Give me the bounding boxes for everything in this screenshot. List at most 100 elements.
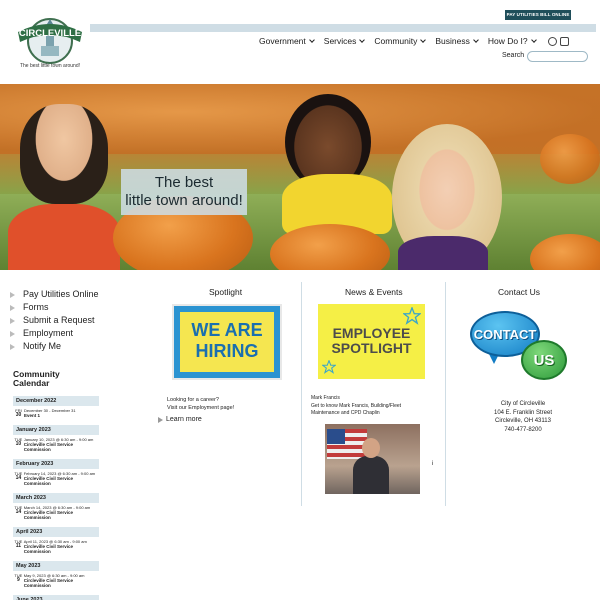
quick-link-employment[interactable]: Employment bbox=[10, 327, 99, 340]
news-title: News & Events bbox=[345, 287, 403, 297]
mark-francis-photo[interactable] bbox=[325, 424, 420, 494]
event-details: December 30 - December 31 Event 1 bbox=[24, 408, 76, 418]
quick-link-notify-me[interactable]: Notify Me bbox=[10, 340, 99, 353]
event-details: April 11, 2023 @ 6:30 am - 9:00 am Circle… bbox=[24, 539, 99, 554]
hiring-image-text: WE ARE HIRING bbox=[180, 312, 274, 372]
calendar-event[interactable]: TUE 14 February 14, 2023 @ 6:30 am - 9:00 … bbox=[13, 469, 99, 491]
hero-child-left-shirt bbox=[8, 204, 120, 270]
calendar-event[interactable]: TUE 9 May 9, 2023 @ 6:30 am - 9:00 am Circl… bbox=[13, 571, 99, 593]
spotlight-line2: Visit our Employment page! bbox=[167, 405, 235, 411]
quick-link-label: Pay Utilities Online bbox=[23, 289, 99, 299]
event-name: Circleville Civil Service Commission bbox=[23, 578, 73, 588]
calendar-event[interactable]: TUE 11 April 11, 2023 @ 6:30 am - 9:00 am C… bbox=[13, 537, 99, 559]
search-label: Search bbox=[502, 52, 525, 59]
spotlight-line2: SPOTLIGHT bbox=[331, 340, 412, 356]
news-text: Mark Francis Get to know Mark Francis, B… bbox=[311, 395, 429, 418]
event-details: May 9, 2023 @ 6:30 am - 9:00 am Circlevil… bbox=[24, 573, 99, 588]
spotlight-line1: EMPLOYEE bbox=[332, 325, 411, 341]
main-nav: Government Services Community Business H… bbox=[259, 36, 546, 46]
contact-address: City of Circleville 104 E. Franklin Stre… bbox=[476, 400, 570, 434]
event-date: FRI 30 bbox=[13, 408, 24, 418]
instagram-icon[interactable] bbox=[548, 37, 557, 46]
triangle-right-icon bbox=[10, 304, 15, 311]
event-date: TUE 14 bbox=[13, 505, 24, 520]
search-input[interactable] bbox=[527, 51, 588, 62]
news-description: Get to know Mark Francis, Building/Fleet… bbox=[311, 402, 402, 417]
event-day: 30 bbox=[15, 412, 22, 418]
calendar-month: December 2022 bbox=[13, 396, 99, 406]
person-head bbox=[362, 438, 380, 458]
quick-link-label: Employment bbox=[23, 328, 74, 338]
nav-label: Community bbox=[374, 36, 418, 46]
event-details: February 14, 2023 @ 6:30 am - 9:00 am Cir… bbox=[24, 471, 99, 486]
calendar-event[interactable]: FRI 30 December 30 - December 31 Event 1 bbox=[13, 406, 99, 423]
quick-link-label: Forms bbox=[23, 302, 49, 312]
news-person-name[interactable]: Mark Francis bbox=[311, 395, 429, 403]
calendar-event[interactable]: TUE 14 March 14, 2023 @ 6:30 am - 9:00 am C… bbox=[13, 503, 99, 525]
us-bubble[interactable]: US bbox=[521, 340, 567, 380]
quick-links: Pay Utilities Online Forms Submit a Requ… bbox=[10, 288, 99, 353]
pay-utilities-button[interactable]: PAY UTILITIES BILL ONLINE bbox=[505, 10, 571, 20]
nav-label: Services bbox=[323, 36, 357, 46]
contact-phone[interactable]: 740-477-8200 bbox=[476, 426, 570, 435]
star-icon bbox=[403, 307, 421, 325]
calendar-month: June 2023 bbox=[13, 595, 99, 600]
triangle-right-icon bbox=[158, 416, 163, 423]
calendar-month: January 2023 bbox=[13, 425, 99, 435]
hero-tagline: The best little town around! bbox=[121, 169, 247, 215]
event-day: 14 bbox=[15, 509, 22, 515]
quick-link-forms[interactable]: Forms bbox=[10, 301, 99, 314]
event-name: Circleville Civil Service Commission bbox=[23, 510, 73, 520]
nav-business[interactable]: Business bbox=[435, 36, 479, 46]
hiring-line2: HIRING bbox=[195, 341, 259, 361]
triangle-right-icon bbox=[10, 291, 15, 298]
community-calendar: December 2022 FRI 30 December 30 - December… bbox=[13, 394, 99, 600]
learn-more-link[interactable]: Learn more bbox=[158, 416, 202, 423]
nav-community[interactable]: Community bbox=[374, 36, 427, 46]
employee-spotlight-image[interactable]: EMPLOYEE SPOTLIGHT bbox=[318, 304, 425, 379]
contact-line3: Circleville, OH 43113 bbox=[495, 418, 551, 424]
quick-link-pay-utilities[interactable]: Pay Utilities Online bbox=[10, 288, 99, 301]
quick-link-submit-request[interactable]: Submit a Request bbox=[10, 314, 99, 327]
nav-government[interactable]: Government bbox=[259, 36, 315, 46]
chevron-down-icon bbox=[530, 37, 537, 43]
contact-bubble-text: CONTACT bbox=[473, 327, 537, 342]
logo-text: CIRCLEVILLE bbox=[19, 28, 81, 39]
social-links bbox=[548, 37, 569, 46]
learn-more-label: Learn more bbox=[166, 416, 202, 423]
chevron-down-icon bbox=[308, 37, 315, 43]
triangle-right-icon bbox=[10, 330, 15, 337]
logo-tagline: The best little town around! bbox=[20, 63, 80, 69]
hiring-image[interactable]: WE ARE HIRING bbox=[172, 304, 282, 380]
nav-services[interactable]: Services bbox=[323, 36, 366, 46]
employee-spotlight-text: EMPLOYEE SPOTLIGHT bbox=[318, 326, 425, 356]
chevron-down-icon bbox=[359, 37, 366, 43]
nav-label: How Do I? bbox=[487, 36, 528, 46]
calendar-title: Community Calendar bbox=[13, 370, 60, 388]
chevron-down-icon bbox=[473, 37, 479, 43]
event-day: 14 bbox=[15, 475, 22, 481]
event-name: Circleville Civil Service Commission bbox=[23, 476, 73, 486]
spotlight-line1: Looking for a career? bbox=[167, 397, 219, 403]
spotlight-text: Looking for a career? Visit our Employme… bbox=[167, 396, 234, 412]
person-body bbox=[353, 456, 389, 494]
circleville-logo[interactable]: CIRCLEVILLE The best little town around! bbox=[14, 12, 86, 70]
nav-label: Business bbox=[435, 36, 470, 46]
event-day: 11 bbox=[15, 543, 21, 549]
calendar-month: April 2023 bbox=[13, 527, 99, 537]
triangle-right-icon bbox=[10, 317, 15, 324]
calendar-month: February 2023 bbox=[13, 459, 99, 469]
event-name: Event 1 bbox=[24, 413, 41, 418]
calendar-month: May 2023 bbox=[13, 561, 99, 571]
nav-how-do-i[interactable]: How Do I? bbox=[487, 36, 537, 46]
calendar-event[interactable]: TUE 10 January 10, 2023 @ 6:30 am - 9:00 a… bbox=[13, 435, 99, 457]
facebook-icon[interactable] bbox=[560, 37, 569, 46]
chevron-down-icon bbox=[420, 37, 427, 43]
event-day: 9 bbox=[16, 577, 20, 583]
event-name: Circleville Civil Service Commission bbox=[23, 442, 73, 452]
tagline-line2: little town around! bbox=[125, 192, 243, 209]
column-divider bbox=[301, 282, 302, 506]
event-day: 10 bbox=[15, 441, 22, 447]
spotlight-title: Spotlight bbox=[209, 287, 243, 297]
hero-child-left bbox=[20, 104, 108, 204]
